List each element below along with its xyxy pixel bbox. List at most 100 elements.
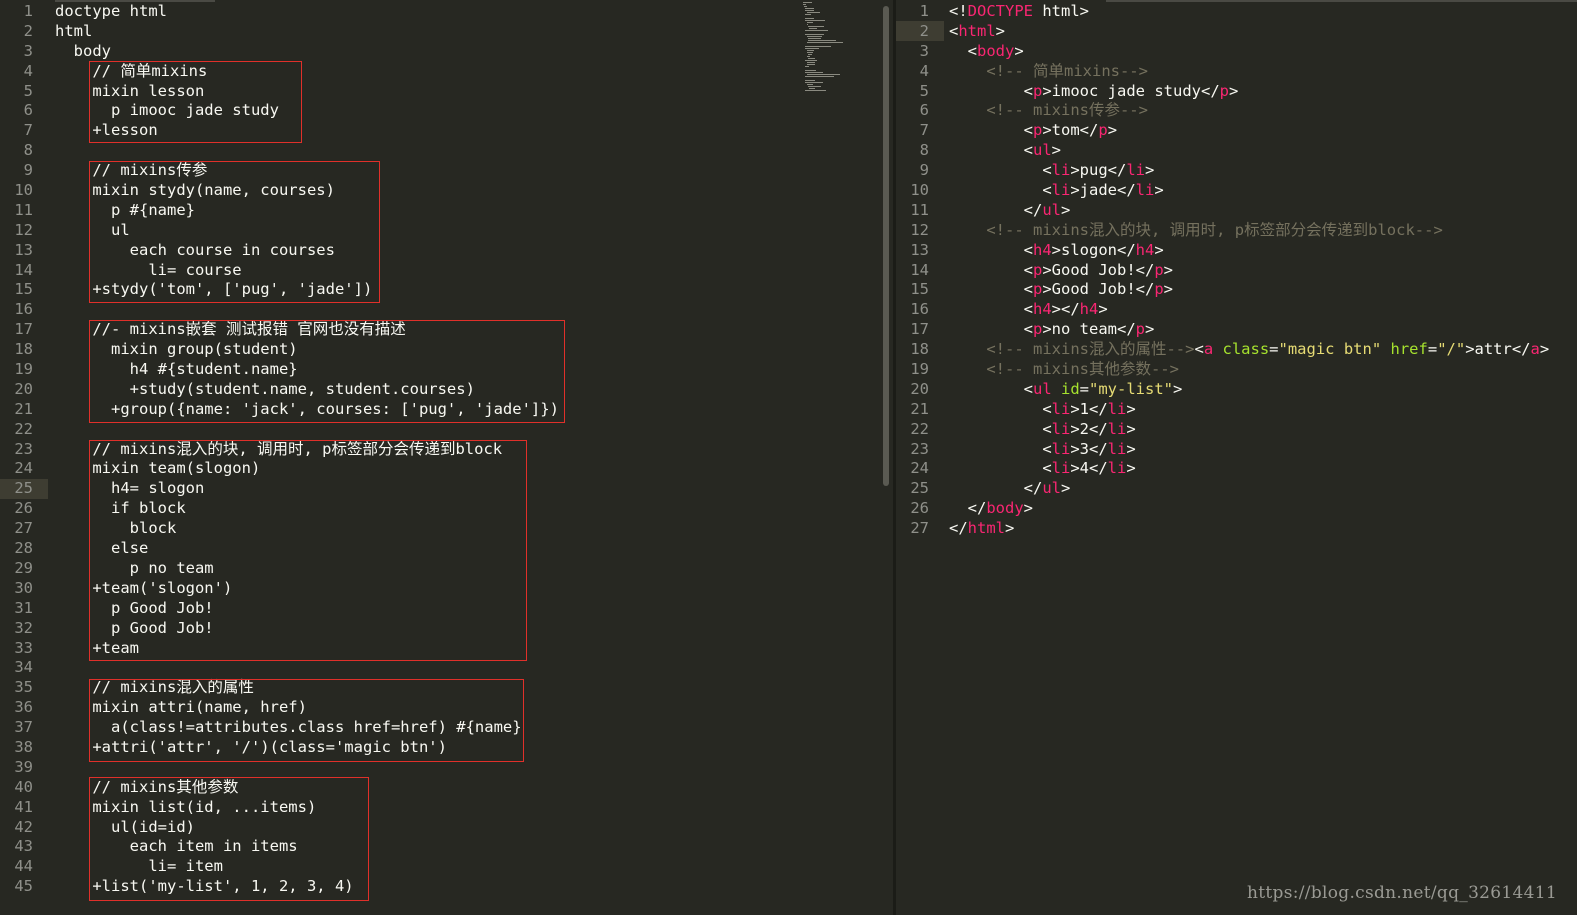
minimap-line [806, 56, 810, 57]
left-editor-pane[interactable]: 1 2 3 4 5 6 7 8 9 10 11 12 13 14 15 16 17 18 19 20 21 22 23 24 2… [0, 0, 893, 915]
line-number: 12 [14, 220, 33, 239]
code-token: < [949, 161, 1052, 180]
code-token: >Good Job!</ [1042, 280, 1155, 299]
line-number: 17 [14, 320, 33, 339]
line-number: 16 [910, 300, 929, 319]
code-line: <li>pug</li> [949, 159, 1549, 179]
minimap-line [807, 26, 825, 27]
code-token: html> [1033, 2, 1089, 20]
line-number: 27 [14, 519, 33, 538]
code-token: p [1098, 121, 1108, 140]
line-number-gutter: 1 2 3 4 5 6 7 8 9 10 11 12 13 14 15 16 17 18 19 20 21 22 23 24 2… [896, 0, 929, 537]
line-number: 25 [14, 479, 33, 498]
code-token: li [1051, 161, 1071, 180]
code-token: > [1107, 121, 1118, 140]
code-token: h4 [1079, 300, 1099, 319]
minimap-line [804, 6, 808, 7]
code-token: > [1126, 399, 1136, 418]
line-number: 35 [14, 678, 33, 697]
line-number: 24 [14, 459, 33, 478]
line-number: 3 [23, 41, 33, 60]
line-number: 13 [14, 240, 33, 259]
code-token: body [986, 499, 1024, 518]
minimap-line [806, 42, 843, 43]
line-number: 10 [910, 181, 929, 200]
code-token: < [949, 419, 1052, 438]
line-number: 4 [23, 61, 33, 80]
code-token: > [1145, 320, 1155, 339]
line-number: 33 [14, 638, 33, 657]
line-number: 27 [910, 519, 929, 538]
code-line: doctype html [55, 2, 167, 20]
minimap-line [806, 74, 840, 75]
code-token: < [949, 320, 1033, 339]
code-token: p [1033, 260, 1043, 279]
code-token: "magic btn" [1278, 340, 1382, 359]
line-number: 31 [14, 598, 33, 617]
line-number: 20 [14, 379, 33, 398]
line-number: 5 [919, 81, 929, 100]
code-token: < [949, 41, 977, 60]
line-number: 10 [14, 181, 33, 200]
minimap-line [805, 34, 825, 35]
code-token: class [1213, 340, 1270, 359]
code-token: = [1079, 379, 1090, 398]
minimap-line [807, 40, 836, 41]
line-number: 9 [23, 161, 33, 180]
line-number-gutter: 1 2 3 4 5 6 7 8 9 10 11 12 13 14 15 16 17 18 19 20 21 22 23 24 2… [0, 0, 33, 895]
code-token: p [1154, 260, 1164, 279]
code-line: <li>jade</li> [949, 179, 1549, 199]
line-number: 5 [23, 81, 33, 100]
line-number: 2 [919, 21, 929, 40]
minimap-line [805, 70, 816, 71]
line-number: 18 [14, 340, 33, 359]
line-number: 23 [910, 439, 929, 458]
code-token: ul [1033, 141, 1052, 160]
minimap-line [806, 24, 809, 25]
line-number: 8 [23, 141, 33, 160]
minimap-line [805, 60, 817, 61]
minimap-line [807, 58, 815, 59]
code-line: <ul id="my-list"> [949, 378, 1549, 398]
line-number: 40 [14, 777, 33, 796]
code-token: > [1126, 419, 1136, 438]
minimap-line [807, 54, 812, 55]
code-token: > [1145, 161, 1155, 180]
line-number: 38 [14, 737, 33, 756]
code-token: h4 [1135, 240, 1155, 259]
minimap-line [803, 4, 806, 5]
code-token: > [1061, 479, 1071, 498]
line-number: 39 [14, 757, 33, 776]
right-editor-pane[interactable]: 1 2 3 4 5 6 7 8 9 10 11 12 13 14 15 16 17 18 19 20 21 22 23 24 2… [896, 0, 1577, 915]
code-token: > [1023, 499, 1033, 518]
minimap-line [807, 86, 822, 87]
vertical-scrollbar[interactable] [883, 6, 889, 486]
line-number: 14 [910, 260, 929, 279]
html-output-code[interactable]: <!DOCTYPE html> <html> <body> <!-- 简单mixi… [949, 0, 1549, 537]
code-token: >2</ [1070, 419, 1108, 438]
minimap-line [805, 18, 814, 19]
minimap-line [809, 28, 817, 29]
code-token: < [1194, 340, 1204, 359]
minimap-line [806, 52, 813, 53]
code-line: <h4></h4> [949, 298, 1549, 318]
code-line: <html> [949, 20, 1549, 40]
code-token: p [1135, 320, 1146, 339]
code-line: <p>tom</p> [949, 119, 1549, 139]
minimap[interactable] [803, 2, 855, 94]
code-line: <h4>slogon</h4> [949, 239, 1549, 259]
line-number: 1 [23, 2, 33, 20]
code-token: > [1539, 340, 1550, 359]
code-token: li [1107, 419, 1127, 438]
code-token: > [1126, 439, 1136, 458]
code-token: a [1203, 340, 1214, 359]
code-token: "/" [1437, 340, 1466, 359]
code-token: > [1005, 519, 1015, 538]
code-token: DOCTYPE [967, 2, 1033, 20]
code-token: < [949, 399, 1052, 418]
minimap-line [805, 20, 825, 21]
code-token: p [1033, 121, 1043, 140]
line-number: 19 [910, 360, 929, 379]
line-number: 20 [910, 379, 929, 398]
code-token: >pug</ [1070, 161, 1127, 180]
